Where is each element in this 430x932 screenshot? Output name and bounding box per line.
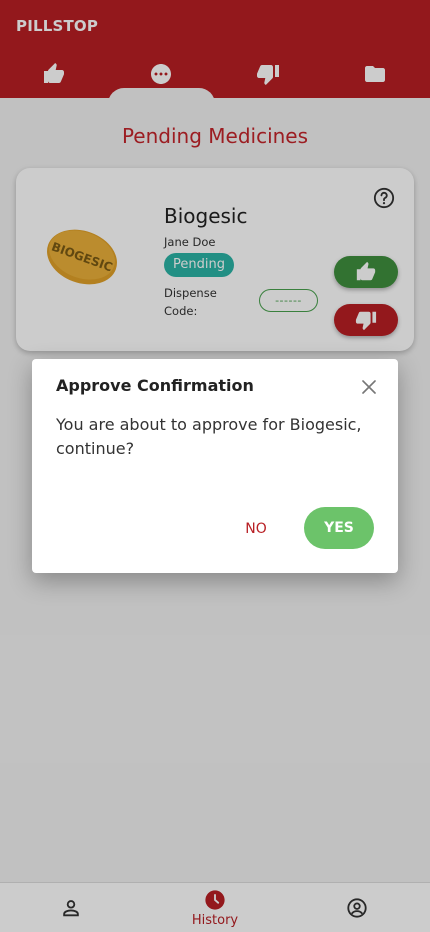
dialog-message: You are about to approve for Biogesic, c… xyxy=(56,415,362,458)
app-screen: PILLSTOP Pending Medicines BIOGESIC Biog… xyxy=(0,0,430,932)
close-icon xyxy=(362,380,376,394)
close-button[interactable] xyxy=(358,376,380,398)
dialog-title: Approve Confirmation xyxy=(56,376,254,395)
approve-confirmation-dialog: Approve Confirmation You are about to ap… xyxy=(32,359,398,573)
no-button[interactable]: NO xyxy=(236,509,276,549)
yes-button[interactable]: YES xyxy=(304,507,374,549)
